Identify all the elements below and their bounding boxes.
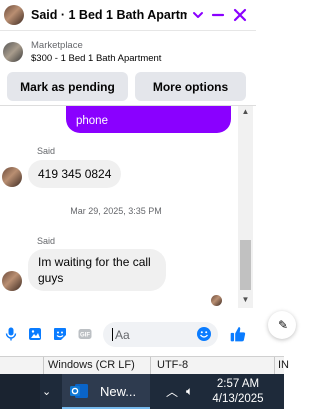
divider: [150, 357, 151, 374]
divider: [274, 357, 275, 374]
message-input-placeholder: Aa: [115, 328, 130, 342]
sender-name: Said: [37, 236, 56, 246]
gif-icon[interactable]: GIF: [77, 326, 93, 342]
text-caret: [112, 328, 113, 341]
incoming-message-bubble[interactable]: Im waiting for the call guys: [28, 249, 166, 291]
message-input[interactable]: Aa: [103, 322, 218, 347]
show-hidden-icons-chevron-up-icon[interactable]: ︿: [166, 383, 178, 400]
seen-indicator-avatar: [211, 295, 222, 306]
sender-avatar[interactable]: [2, 167, 22, 187]
scroll-down-arrow-icon[interactable]: ▼: [241, 296, 250, 304]
contact-avatar[interactable]: [4, 5, 24, 25]
message-list: phone Said 419 345 0824 Mar 29, 2025, 3:…: [0, 106, 238, 308]
photo-icon[interactable]: [27, 326, 43, 342]
like-icon[interactable]: [229, 325, 247, 343]
language-indicator[interactable]: IN: [278, 359, 289, 371]
system-clock[interactable]: 2:57 AM 4/13/2025: [210, 377, 266, 407]
compose-icon: ✎: [278, 318, 289, 332]
clock-time: 2:57 AM: [216, 378, 260, 390]
divider: [43, 357, 44, 374]
emoji-icon[interactable]: [196, 326, 212, 342]
message-scrollbar[interactable]: ▲ ▼: [238, 106, 253, 308]
message-text: phone: [76, 115, 108, 127]
line-ending-indicator[interactable]: Windows (CR LF): [48, 359, 135, 371]
marketplace-listing[interactable]: Marketplace $300 - 1 Bed 1 Bath Apartmen…: [0, 34, 256, 70]
chat-title[interactable]: Said · 1 Bed 1 Bath Apartm...: [31, 8, 187, 22]
new-message-button[interactable]: ✎: [268, 311, 296, 339]
chevron-down-icon[interactable]: [189, 6, 207, 24]
background-page: [256, 0, 284, 356]
microphone-icon[interactable]: [3, 326, 19, 342]
close-icon[interactable]: [231, 6, 249, 24]
encoding-indicator[interactable]: UTF-8: [157, 359, 188, 371]
message-timestamp: Mar 29, 2025, 3:35 PM: [70, 206, 162, 216]
incoming-message-bubble[interactable]: 419 345 0824: [28, 160, 122, 188]
messenger-chat-window: Said · 1 Bed 1 Bath Apartm... Marketplac…: [0, 0, 257, 356]
message-composer: GIF Aa: [0, 318, 256, 350]
listing-category: Marketplace: [31, 39, 83, 51]
mark-as-pending-button[interactable]: Mark as pending: [7, 72, 128, 101]
taskbar-left-area: [0, 374, 40, 409]
outlook-icon: [70, 384, 88, 398]
message-text: 419 345 0824: [38, 167, 112, 181]
editor-status-bar: Windows (CR LF) UTF-8 IN: [0, 356, 289, 374]
chat-header: Said · 1 Bed 1 Bath Apartm...: [0, 0, 256, 31]
listing-item: $300 - 1 Bed 1 Bath Apartment: [31, 52, 162, 64]
message-text: Im waiting for the call guys: [38, 255, 151, 285]
svg-text:GIF: GIF: [80, 333, 90, 339]
outgoing-message-bubble[interactable]: phone: [66, 106, 231, 133]
more-options-button[interactable]: More options: [135, 72, 246, 101]
clock-date: 4/13/2025: [212, 393, 264, 405]
sender-name: Said: [37, 146, 56, 156]
listing-actions: Mark as pending More options: [7, 72, 247, 102]
volume-icon[interactable]: 🔈︎: [186, 384, 193, 399]
taskbar-app-label: New...: [100, 384, 137, 399]
chevron-down-icon[interactable]: ⌄: [42, 385, 51, 398]
windows-taskbar: ⌄ New... ︿ 🔈︎ 2:57 AM 4/13/2025: [0, 374, 284, 409]
sticker-icon[interactable]: [52, 326, 68, 342]
taskbar-app-outlook[interactable]: New...: [62, 374, 150, 409]
scrollbar-thumb[interactable]: [240, 240, 251, 290]
minimize-icon[interactable]: [209, 6, 227, 24]
sender-avatar[interactable]: [2, 271, 22, 291]
listing-thumbnail: [3, 42, 23, 62]
scroll-up-arrow-icon[interactable]: ▲: [241, 108, 250, 116]
